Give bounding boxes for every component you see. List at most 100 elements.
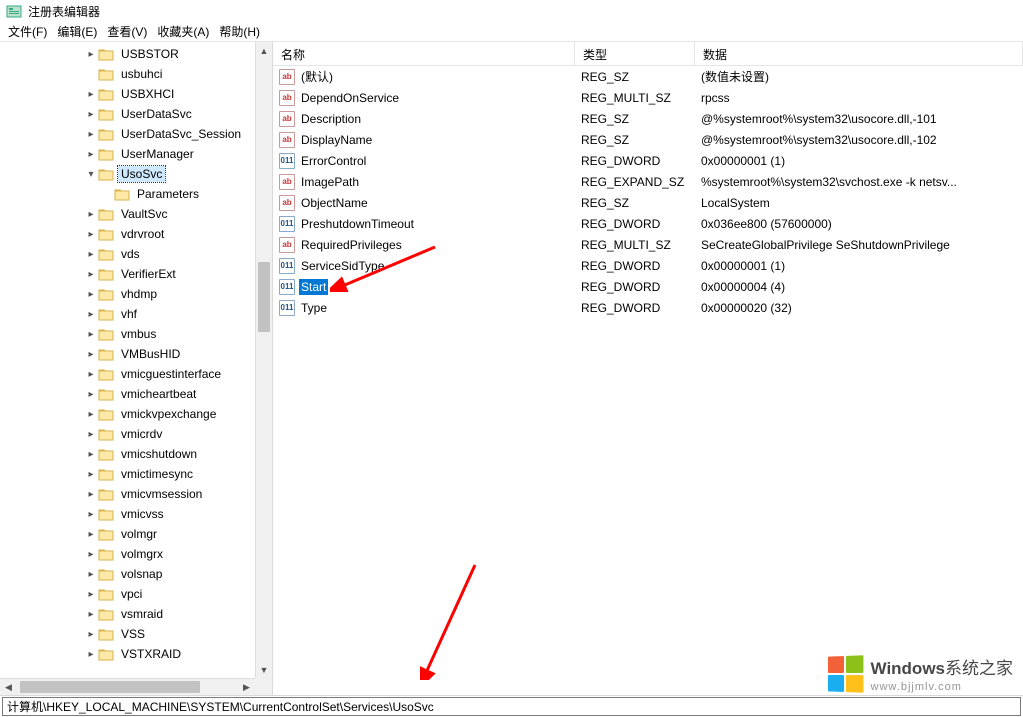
- value-row[interactable]: abDependOnServiceREG_MULTI_SZrpcss: [273, 87, 1023, 108]
- value-row[interactable]: abDisplayNameREG_SZ@%systemroot%\system3…: [273, 129, 1023, 150]
- expand-icon[interactable]: ▸: [84, 109, 98, 120]
- expand-icon[interactable]: ▸: [84, 649, 98, 660]
- menu-file[interactable]: 文件(F): [4, 22, 51, 41]
- value-row[interactable]: abRequiredPrivilegesREG_MULTI_SZSeCreate…: [273, 234, 1023, 255]
- value-row[interactable]: ab(默认)REG_SZ(数值未设置): [273, 66, 1023, 87]
- tree-node[interactable]: ▸volmgrx: [0, 544, 255, 564]
- tree-node-label: vmickvpexchange: [118, 406, 219, 422]
- tree-node[interactable]: ▸UserManager: [0, 144, 255, 164]
- value-type: REG_MULTI_SZ: [575, 238, 695, 252]
- tree-node[interactable]: ▸ USBSTOR: [0, 44, 255, 64]
- expand-icon[interactable]: ▸: [84, 269, 98, 280]
- expand-icon[interactable]: ▸: [84, 249, 98, 260]
- tree-node[interactable]: ▸vmicshutdown: [0, 444, 255, 464]
- value-row[interactable]: abDescriptionREG_SZ@%systemroot%\system3…: [273, 108, 1023, 129]
- address-path[interactable]: [2, 697, 1021, 716]
- expand-icon[interactable]: ▸: [84, 509, 98, 520]
- expand-icon[interactable]: ▸: [84, 349, 98, 360]
- expand-icon[interactable]: ▸: [84, 89, 98, 100]
- tree-node[interactable]: ▸volmgr: [0, 524, 255, 544]
- scroll-thumb[interactable]: [20, 681, 200, 693]
- value-row[interactable]: 011ServiceSidTypeREG_DWORD0x00000001 (1): [273, 255, 1023, 276]
- expand-icon[interactable]: ▸: [84, 209, 98, 220]
- tree-node[interactable]: ▸ VSTXRAID: [0, 644, 255, 664]
- expand-icon[interactable]: ▸: [84, 389, 98, 400]
- expand-icon[interactable]: ▸: [84, 629, 98, 640]
- tree-node[interactable]: ▸VMBusHID: [0, 344, 255, 364]
- expand-icon[interactable]: ▸: [84, 449, 98, 460]
- tree-scrollbar-horizontal[interactable]: ◀ ▶: [0, 678, 255, 695]
- tree-node[interactable]: ▸vmicheartbeat: [0, 384, 255, 404]
- value-type: REG_DWORD: [575, 154, 695, 168]
- tree-node[interactable]: ▸UserDataSvc_Session: [0, 124, 255, 144]
- menu-favorites[interactable]: 收藏夹(A): [153, 22, 213, 41]
- tree-node[interactable]: ▸vmicvmsession: [0, 484, 255, 504]
- tree-node[interactable]: ▸vmicrdv: [0, 424, 255, 444]
- tree-node[interactable]: ▸vds: [0, 244, 255, 264]
- scroll-down-icon[interactable]: ▼: [256, 661, 272, 678]
- expand-icon[interactable]: ▸: [84, 329, 98, 340]
- tree-node[interactable]: ▸vmicvss: [0, 504, 255, 524]
- tree-scrollbar-vertical[interactable]: ▲ ▼: [255, 42, 272, 678]
- expand-icon[interactable]: ▸: [84, 409, 98, 420]
- tree-node[interactable]: ▾UsoSvc: [0, 164, 255, 184]
- value-row[interactable]: abObjectNameREG_SZLocalSystem: [273, 192, 1023, 213]
- tree-node[interactable]: ▸ vmickvpexchange: [0, 404, 255, 424]
- tree-node[interactable]: ▸vhf: [0, 304, 255, 324]
- expand-icon[interactable]: ▸: [84, 609, 98, 620]
- expand-icon[interactable]: ▸: [84, 529, 98, 540]
- column-header-type[interactable]: 类型: [575, 42, 695, 65]
- expand-icon[interactable]: ▸: [84, 149, 98, 160]
- value-row[interactable]: abImagePathREG_EXPAND_SZ%systemroot%\sys…: [273, 171, 1023, 192]
- menu-help[interactable]: 帮助(H): [215, 22, 264, 41]
- scroll-up-icon[interactable]: ▲: [256, 42, 272, 59]
- expand-icon[interactable]: ▸: [84, 489, 98, 500]
- expand-icon[interactable]: ▸: [84, 289, 98, 300]
- value-data: 0x00000004 (4): [695, 280, 1023, 294]
- tree-node-label: VSTXRAID: [118, 646, 184, 662]
- binary-value-icon: 011: [279, 258, 295, 274]
- value-data: 0x00000001 (1): [695, 259, 1023, 273]
- list-body[interactable]: ab(默认)REG_SZ(数值未设置)abDependOnServiceREG_…: [273, 66, 1023, 695]
- expand-icon[interactable]: ▸: [84, 309, 98, 320]
- scroll-left-icon[interactable]: ◀: [0, 679, 17, 695]
- tree-node[interactable]: ▸UserDataSvc: [0, 104, 255, 124]
- value-row[interactable]: 011TypeREG_DWORD0x00000020 (32): [273, 297, 1023, 318]
- expand-icon[interactable]: ▸: [84, 429, 98, 440]
- tree-node[interactable]: ▸vsmraid: [0, 604, 255, 624]
- tree-node[interactable]: ▸VSS: [0, 624, 255, 644]
- scroll-thumb[interactable]: [258, 262, 270, 332]
- value-row[interactable]: 011ErrorControlREG_DWORD0x00000001 (1): [273, 150, 1023, 171]
- tree-node[interactable]: Parameters: [0, 184, 255, 204]
- expand-icon[interactable]: ▸: [84, 49, 98, 60]
- value-row[interactable]: 011StartREG_DWORD0x00000004 (4): [273, 276, 1023, 297]
- value-data: @%systemroot%\system32\usocore.dll,-101: [695, 112, 1023, 126]
- tree-node[interactable]: ▸volsnap: [0, 564, 255, 584]
- tree-node[interactable]: ▸USBXHCI: [0, 84, 255, 104]
- scroll-right-icon[interactable]: ▶: [238, 679, 255, 695]
- expand-icon[interactable]: ▸: [84, 469, 98, 480]
- tree-node[interactable]: ▸vmictimesync: [0, 464, 255, 484]
- tree-node[interactable]: ▸vpci: [0, 584, 255, 604]
- value-row[interactable]: 011PreshutdownTimeoutREG_DWORD0x036ee800…: [273, 213, 1023, 234]
- expand-icon[interactable]: ▸: [84, 229, 98, 240]
- expand-icon[interactable]: ▸: [84, 589, 98, 600]
- tree-node[interactable]: ▸VerifierExt: [0, 264, 255, 284]
- expand-icon[interactable]: ▾: [84, 169, 98, 180]
- tree-node[interactable]: usbuhci: [0, 64, 255, 84]
- tree-node[interactable]: ▸vmicguestinterface: [0, 364, 255, 384]
- column-header-data[interactable]: 数据: [695, 42, 1023, 65]
- expand-icon[interactable]: ▸: [84, 129, 98, 140]
- column-header-name[interactable]: 名称: [273, 42, 575, 65]
- tree-node[interactable]: ▸vmbus: [0, 324, 255, 344]
- tree-node-label: USBSTOR: [118, 46, 182, 62]
- tree-node[interactable]: ▸VaultSvc: [0, 204, 255, 224]
- tree-node[interactable]: ▸vdrvroot: [0, 224, 255, 244]
- expand-icon[interactable]: ▸: [84, 369, 98, 380]
- expand-icon[interactable]: ▸: [84, 549, 98, 560]
- menu-view[interactable]: 查看(V): [103, 22, 151, 41]
- expand-icon[interactable]: ▸: [84, 569, 98, 580]
- tree-node[interactable]: ▸vhdmp: [0, 284, 255, 304]
- menu-edit[interactable]: 编辑(E): [53, 22, 101, 41]
- tree-view[interactable]: ▸USBSTORusbuhci▸USBXHCI▸UserDataSvc▸User…: [0, 42, 255, 664]
